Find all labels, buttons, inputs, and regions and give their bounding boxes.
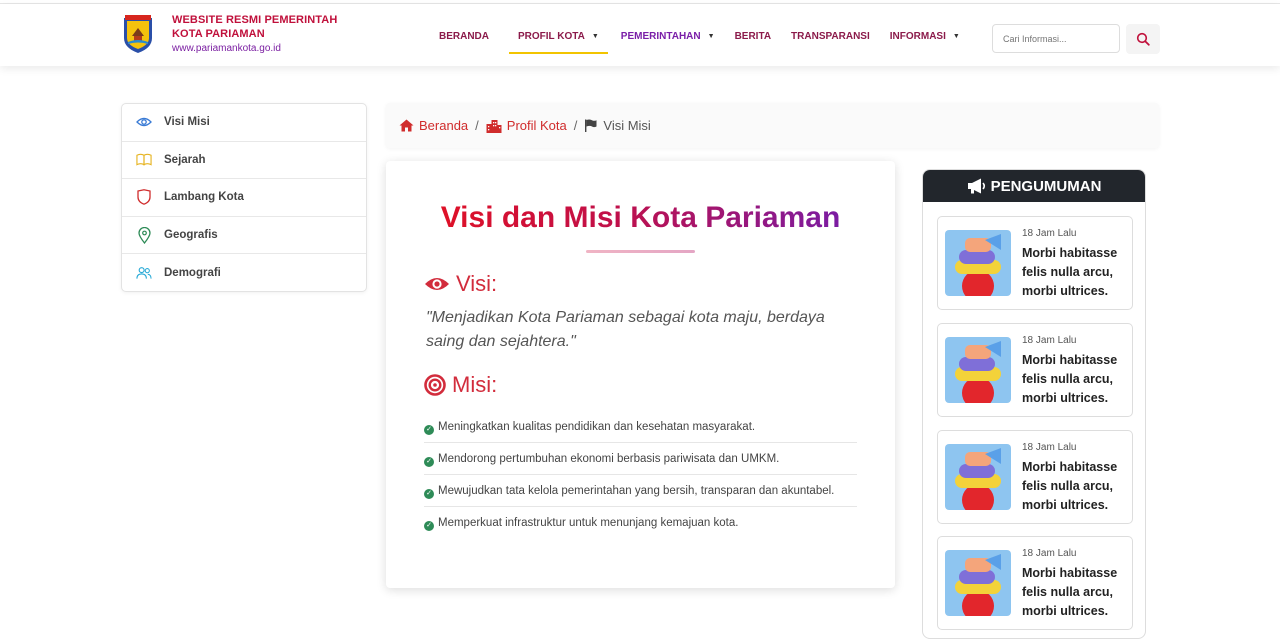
brand-url: www.pariamankota.go.id bbox=[172, 43, 281, 54]
caret-down-icon: ▼ bbox=[707, 33, 715, 40]
announcement-thumbnail bbox=[945, 337, 1011, 403]
nav-label: BERANDA bbox=[439, 31, 489, 42]
misi-text: Memperkuat infrastruktur untuk menunjang… bbox=[438, 517, 739, 529]
visi-statement: "Menjadikan Kota Pariaman sebagai kota m… bbox=[426, 309, 825, 350]
visi-misi-card: Visi dan Misi Kota Pariaman Visi: "Menja… bbox=[386, 161, 895, 588]
sidebar-item-label: Sejarah bbox=[164, 153, 206, 166]
flag-icon bbox=[585, 119, 597, 132]
misi-text: Mewujudkan tata kelola pemerintahan yang… bbox=[438, 485, 835, 497]
search-button[interactable] bbox=[1126, 24, 1160, 54]
list-item: ✓ Meningkatkan kualitas pendidikan dan ke… bbox=[424, 411, 857, 443]
misi-text: Mendorong pertumbuhan ekonomi berbasis p… bbox=[438, 453, 780, 465]
misi-text: Meningkatkan kualitas pendidikan dan kes… bbox=[438, 421, 756, 433]
site-header: WEBSITE RESMI PEMERINTAH KOTA PARIAMAN w… bbox=[0, 4, 1280, 66]
announcement-time: 18 Jam Lalu bbox=[1022, 335, 1077, 346]
misi-heading-label: Misi: bbox=[452, 372, 498, 397]
megaphone-icon bbox=[967, 178, 985, 194]
page-title: Visi dan Misi Kota Pariaman bbox=[386, 201, 895, 235]
sidebar-item-demografi[interactable]: Demografi bbox=[122, 254, 366, 292]
city-logo[interactable] bbox=[122, 14, 154, 54]
breadcrumb-current-label: Visi Misi bbox=[603, 118, 651, 133]
home-icon bbox=[399, 119, 414, 132]
breadcrumb-parent[interactable]: Profil Kota bbox=[486, 118, 567, 133]
visi-heading-label: Visi: bbox=[456, 271, 498, 296]
announcement-thumbnail bbox=[945, 230, 1011, 296]
breadcrumb: Beranda / Profil Kota / Visi Misi bbox=[386, 103, 1159, 148]
nav-pemerintahan[interactable]: PEMERINTAHAN ▼ bbox=[612, 24, 724, 54]
nav-label: INFORMASI bbox=[889, 31, 946, 42]
sidebar-item-geografis[interactable]: Geografis bbox=[122, 217, 366, 255]
nav-berita[interactable]: BERITA bbox=[726, 24, 780, 54]
nav-label: PROFIL KOTA bbox=[518, 31, 585, 42]
search-icon bbox=[1136, 32, 1150, 46]
nav-profil-kota[interactable]: PROFIL KOTA ▼ bbox=[509, 24, 608, 54]
eye-icon bbox=[136, 114, 152, 130]
sidebar-item-sejarah[interactable]: Sejarah bbox=[122, 142, 366, 180]
sidebar-item-label: Geografis bbox=[164, 229, 218, 242]
misi-list: ✓ Meningkatkan kualitas pendidikan dan ke… bbox=[424, 411, 857, 538]
announcement-card[interactable]: 18 Jam Lalu Morbi habitasse felis nulla … bbox=[937, 216, 1133, 310]
misi-heading: Misi: bbox=[424, 372, 497, 398]
caret-down-icon: ▼ bbox=[591, 33, 599, 40]
breadcrumb-current: Visi Misi bbox=[584, 118, 651, 133]
sidebar-item-lambang-kota[interactable]: Lambang Kota bbox=[122, 179, 366, 217]
brand-title: WEBSITE RESMI PEMERINTAH bbox=[172, 14, 338, 26]
map-pin-icon bbox=[136, 226, 152, 244]
announcement-panel: PENGUMUMAN 18 Jam Lalu Morbi habitasse f… bbox=[922, 169, 1146, 639]
sidebar-item-label: Lambang Kota bbox=[164, 191, 244, 204]
announcement-thumbnail bbox=[945, 550, 1011, 616]
breadcrumb-parent-label: Profil Kota bbox=[506, 118, 567, 133]
list-item: ✓ Mewujudkan tata kelola pemerintahan yan… bbox=[424, 475, 857, 507]
brand-subtitle: KOTA PARIAMAN bbox=[172, 28, 265, 40]
sidebar-item-label: Visi Misi bbox=[164, 116, 210, 129]
nav-beranda[interactable]: BERANDA bbox=[430, 24, 498, 54]
brand-block[interactable]: WEBSITE RESMI PEMERINTAH KOTA PARIAMAN w… bbox=[172, 13, 337, 57]
announcement-title: PENGUMUMAN bbox=[990, 177, 1102, 195]
announcement-time: 18 Jam Lalu bbox=[1022, 228, 1077, 239]
sidebar-item-label: Demografi bbox=[164, 267, 221, 280]
sidebar-item-visi-misi[interactable]: Visi Misi bbox=[122, 104, 366, 142]
list-item: ✓ Memperkuat infrastruktur untuk menunjan… bbox=[424, 507, 857, 538]
announcement-card[interactable]: 18 Jam Lalu Morbi habitasse felis nulla … bbox=[937, 323, 1133, 417]
nav-label: PEMERINTAHAN bbox=[620, 31, 701, 42]
announcement-time: 18 Jam Lalu bbox=[1022, 548, 1077, 559]
nav-transparansi[interactable]: TRANSPARANSI bbox=[782, 24, 879, 54]
announcement-card[interactable]: 18 Jam Lalu Morbi habitasse felis nulla … bbox=[937, 430, 1133, 524]
breadcrumb-separator: / bbox=[475, 118, 479, 133]
main-nav: BERANDA PROFIL KOTA ▼ PEMERINTAHAN ▼ BERIT… bbox=[430, 24, 969, 54]
announcement-thumbnail bbox=[945, 444, 1011, 510]
announcement-card[interactable]: 18 Jam Lalu Morbi habitasse felis nulla … bbox=[937, 536, 1133, 630]
title-divider bbox=[586, 250, 695, 253]
nav-informasi[interactable]: INFORMASI ▼ bbox=[881, 24, 969, 54]
check-circle-icon: ✓ bbox=[424, 457, 434, 467]
breadcrumb-separator: / bbox=[573, 118, 578, 133]
announcement-headline: Morbi habitasse felis nulla arcu, morbi … bbox=[1022, 566, 1118, 618]
check-circle-icon: ✓ bbox=[424, 521, 434, 531]
people-icon bbox=[136, 265, 152, 281]
check-circle-icon: ✓ bbox=[424, 489, 434, 499]
check-circle-icon: ✓ bbox=[424, 425, 434, 435]
caret-down-icon: ▼ bbox=[952, 33, 960, 40]
breadcrumb-home-label: Beranda bbox=[419, 118, 469, 133]
announcement-time: 18 Jam Lalu bbox=[1022, 442, 1077, 453]
search-input[interactable] bbox=[992, 24, 1120, 53]
visi-heading: Visi: bbox=[424, 271, 497, 297]
announcement-headline: Morbi habitasse felis nulla arcu, morbi … bbox=[1022, 246, 1118, 298]
target-icon bbox=[424, 374, 446, 396]
announcement-headline: Morbi habitasse felis nulla arcu, morbi … bbox=[1022, 460, 1118, 512]
profile-sidebar: Visi Misi Sejarah Lambang Kota Geografis… bbox=[121, 103, 367, 292]
list-item: ✓ Mendorong pertumbuhan ekonomi berbasis … bbox=[424, 443, 857, 475]
breadcrumb-home[interactable]: Beranda bbox=[399, 118, 468, 133]
announcement-headline: Morbi habitasse felis nulla arcu, morbi … bbox=[1022, 353, 1118, 405]
eye-icon bbox=[425, 278, 449, 290]
book-icon bbox=[136, 152, 152, 168]
nav-label: BERITA bbox=[734, 31, 772, 42]
announcement-header: PENGUMUMAN bbox=[923, 170, 1145, 202]
city-icon bbox=[486, 119, 502, 133]
shield-icon bbox=[136, 189, 152, 206]
nav-label: TRANSPARANSI bbox=[791, 31, 870, 42]
